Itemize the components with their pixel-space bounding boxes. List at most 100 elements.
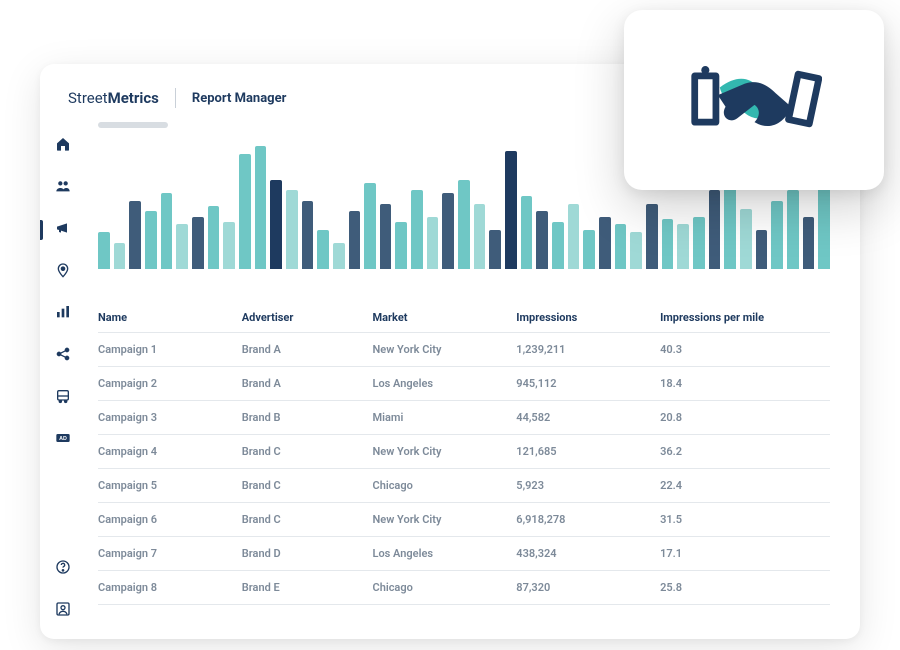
cell: Campaign 4 — [98, 445, 242, 458]
table-row[interactable]: Campaign 4Brand CNew York City121,68536.… — [98, 435, 830, 469]
cell: 31.5 — [660, 513, 830, 526]
page-title: Report Manager — [192, 91, 287, 106]
campaign-table: NameAdvertiserMarketImpressionsImpressio… — [98, 303, 830, 605]
chart-bar — [145, 211, 157, 269]
brand-logo: StreetMetrics — [68, 89, 159, 107]
chart-bar — [536, 211, 548, 269]
sidebar-item-home[interactable] — [40, 134, 86, 158]
cell: New York City — [373, 445, 517, 458]
cell: Miami — [373, 411, 517, 424]
chart-bar — [489, 230, 501, 269]
chart-bar — [568, 204, 580, 270]
chart-bar — [286, 190, 298, 269]
location-icon — [55, 262, 71, 282]
chart-bar — [646, 204, 658, 270]
chart-bar — [411, 190, 423, 269]
chart-bar — [677, 224, 689, 269]
sidebar-item-megaphone[interactable] — [40, 218, 86, 242]
chart-bar — [192, 217, 204, 269]
cell: 121,685 — [516, 445, 660, 458]
main: NameAdvertiserMarketImpressionsImpressio… — [86, 122, 860, 639]
bus-icon — [55, 388, 71, 408]
cell: Campaign 7 — [98, 547, 242, 560]
loader-bar — [98, 122, 168, 128]
chart-bar — [239, 154, 251, 269]
sidebar-item-people[interactable] — [40, 176, 86, 200]
cell: Chicago — [373, 479, 517, 492]
chart-bar — [521, 196, 533, 269]
table-row[interactable]: Campaign 8Brand EChicago87,32025.8 — [98, 571, 830, 605]
col-header[interactable]: Impressions per mile — [660, 311, 830, 324]
cell: 25.8 — [660, 581, 830, 594]
col-header[interactable]: Market — [373, 311, 517, 324]
cell: 87,320 — [516, 581, 660, 594]
chart-bar — [458, 180, 470, 269]
cell: Campaign 2 — [98, 377, 242, 390]
brand-light: Street — [68, 89, 108, 107]
cell: 1,239,211 — [516, 343, 660, 356]
share-icon — [55, 346, 71, 366]
cell: Campaign 1 — [98, 343, 242, 356]
sidebar-item-help[interactable] — [40, 557, 86, 581]
chart-bar — [395, 222, 407, 269]
megaphone-icon — [55, 220, 71, 240]
cell: Brand A — [242, 343, 373, 356]
body: AD NameAdvertiserMarketImpressionsImpres… — [40, 122, 860, 639]
chart-bar — [615, 224, 627, 269]
cell: Brand A — [242, 377, 373, 390]
chart-bar — [176, 224, 188, 269]
table-row[interactable]: Campaign 5Brand CChicago5,92322.4 — [98, 469, 830, 503]
cell: Brand D — [242, 547, 373, 560]
chart-bar — [333, 243, 345, 269]
chart-bar — [583, 230, 595, 269]
col-header[interactable]: Advertiser — [242, 311, 373, 324]
table-row[interactable]: Campaign 6Brand CNew York City6,918,2783… — [98, 503, 830, 537]
chart-bar — [803, 217, 815, 269]
ad-icon: AD — [55, 430, 71, 450]
sidebar-item-bus[interactable] — [40, 386, 86, 410]
cell: 22.4 — [660, 479, 830, 492]
cell: 44,582 — [516, 411, 660, 424]
chart-bar — [599, 217, 611, 269]
user-icon — [55, 601, 71, 621]
chart-bar — [442, 193, 454, 269]
cell: Brand B — [242, 411, 373, 424]
chart-bar — [223, 222, 235, 269]
table-header: NameAdvertiserMarketImpressionsImpressio… — [98, 303, 830, 333]
chart-bar — [662, 219, 674, 269]
chart-bar — [756, 230, 768, 269]
sidebar-item-bar-chart[interactable] — [40, 302, 86, 326]
svg-text:AD: AD — [59, 436, 67, 442]
cell: Brand E — [242, 581, 373, 594]
cell: Campaign 5 — [98, 479, 242, 492]
chart-bar — [364, 183, 376, 269]
sidebar-item-user[interactable] — [40, 599, 86, 623]
cell: 438,324 — [516, 547, 660, 560]
chart-bar — [552, 222, 564, 269]
cell: 945,112 — [516, 377, 660, 390]
chart-bar — [302, 201, 314, 269]
chart-bar — [255, 146, 267, 269]
table-row[interactable]: Campaign 2Brand ALos Angeles945,11218.4 — [98, 367, 830, 401]
cell: Campaign 8 — [98, 581, 242, 594]
chart-bar — [630, 232, 642, 269]
sidebar-item-location[interactable] — [40, 260, 86, 284]
chart-bar — [709, 190, 721, 269]
chart-bar — [98, 232, 110, 269]
col-header[interactable]: Name — [98, 311, 242, 324]
people-icon — [55, 178, 71, 198]
chart-bar — [270, 180, 282, 269]
cell: Los Angeles — [373, 547, 517, 560]
cell: Los Angeles — [373, 377, 517, 390]
header-divider — [175, 88, 176, 108]
sidebar-item-ad[interactable]: AD — [40, 428, 86, 452]
brand-bold: Metrics — [108, 89, 159, 107]
chart-bar — [349, 211, 361, 269]
table-row[interactable]: Campaign 7Brand DLos Angeles438,32417.1 — [98, 537, 830, 571]
table-row[interactable]: Campaign 3Brand BMiami44,58220.8 — [98, 401, 830, 435]
cell: Brand C — [242, 479, 373, 492]
sidebar-item-share[interactable] — [40, 344, 86, 368]
col-header[interactable]: Impressions — [516, 311, 660, 324]
table-row[interactable]: Campaign 1Brand ANew York City1,239,2114… — [98, 333, 830, 367]
chart-bar — [693, 217, 705, 269]
